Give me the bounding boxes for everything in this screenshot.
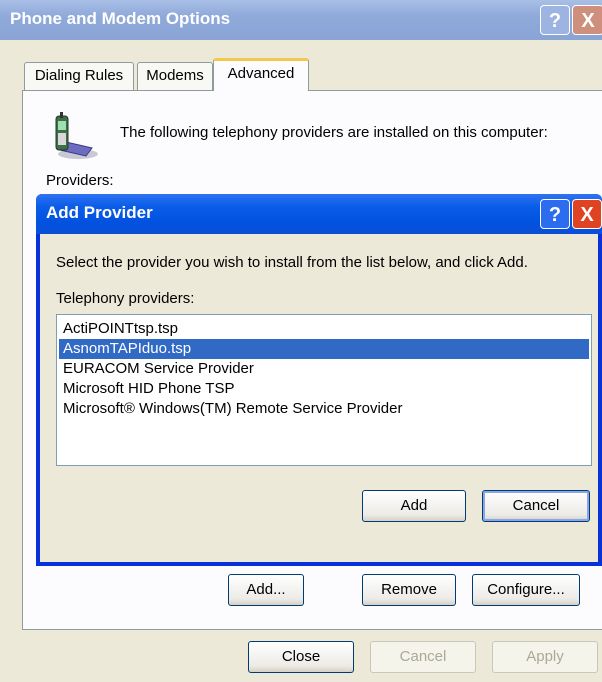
dialog-body: Select the provider you wish to install …: [40, 234, 598, 562]
list-item-selected[interactable]: AsnomTAPIduo.tsp: [59, 339, 589, 359]
dialog-title: Add Provider: [46, 203, 153, 222]
main-title-bar[interactable]: Phone and Modem Options ? X: [0, 0, 602, 40]
tab-advanced[interactable]: Advanced: [213, 58, 309, 91]
intro-text: The following telephony providers are in…: [120, 124, 548, 141]
dialog-title-bar[interactable]: Add Provider ? X: [36, 194, 602, 234]
dialog-instruction: Select the provider you wish to install …: [56, 254, 528, 271]
main-close-button[interactable]: X: [572, 5, 602, 35]
dialog-add-button[interactable]: Add: [362, 490, 466, 522]
tab-modems[interactable]: Modems: [137, 62, 213, 90]
cancel-button: Cancel: [370, 641, 476, 673]
main-help-button[interactable]: ?: [540, 5, 570, 35]
dialog-help-button[interactable]: ?: [540, 199, 570, 229]
dialog-close-button[interactable]: X: [572, 199, 602, 229]
list-item[interactable]: EURACOM Service Provider: [59, 359, 589, 379]
telephony-phone-icon: [55, 112, 98, 159]
remove-button[interactable]: Remove: [362, 574, 456, 606]
add-provider-button[interactable]: Add...: [228, 574, 304, 606]
telephony-providers-list[interactable]: ActiPOINTtsp.tsp AsnomTAPIduo.tsp EURACO…: [56, 314, 592, 466]
main-window-title: Phone and Modem Options: [10, 9, 231, 28]
telephony-providers-label: Telephony providers:: [56, 290, 195, 307]
dialog-cancel-button[interactable]: Cancel: [482, 490, 590, 522]
tab-dialing-rules[interactable]: Dialing Rules: [24, 62, 134, 90]
providers-label: Providers:: [46, 172, 114, 189]
close-button[interactable]: Close: [248, 641, 354, 673]
add-provider-dialog: Add Provider ? X Select the provider you…: [36, 194, 602, 566]
list-item[interactable]: Microsoft® Windows(TM) Remote Service Pr…: [59, 399, 589, 419]
configure-button[interactable]: Configure...: [472, 574, 580, 606]
list-item[interactable]: Microsoft HID Phone TSP: [59, 379, 589, 399]
list-item[interactable]: ActiPOINTtsp.tsp: [59, 319, 589, 339]
apply-button: Apply: [492, 641, 598, 673]
